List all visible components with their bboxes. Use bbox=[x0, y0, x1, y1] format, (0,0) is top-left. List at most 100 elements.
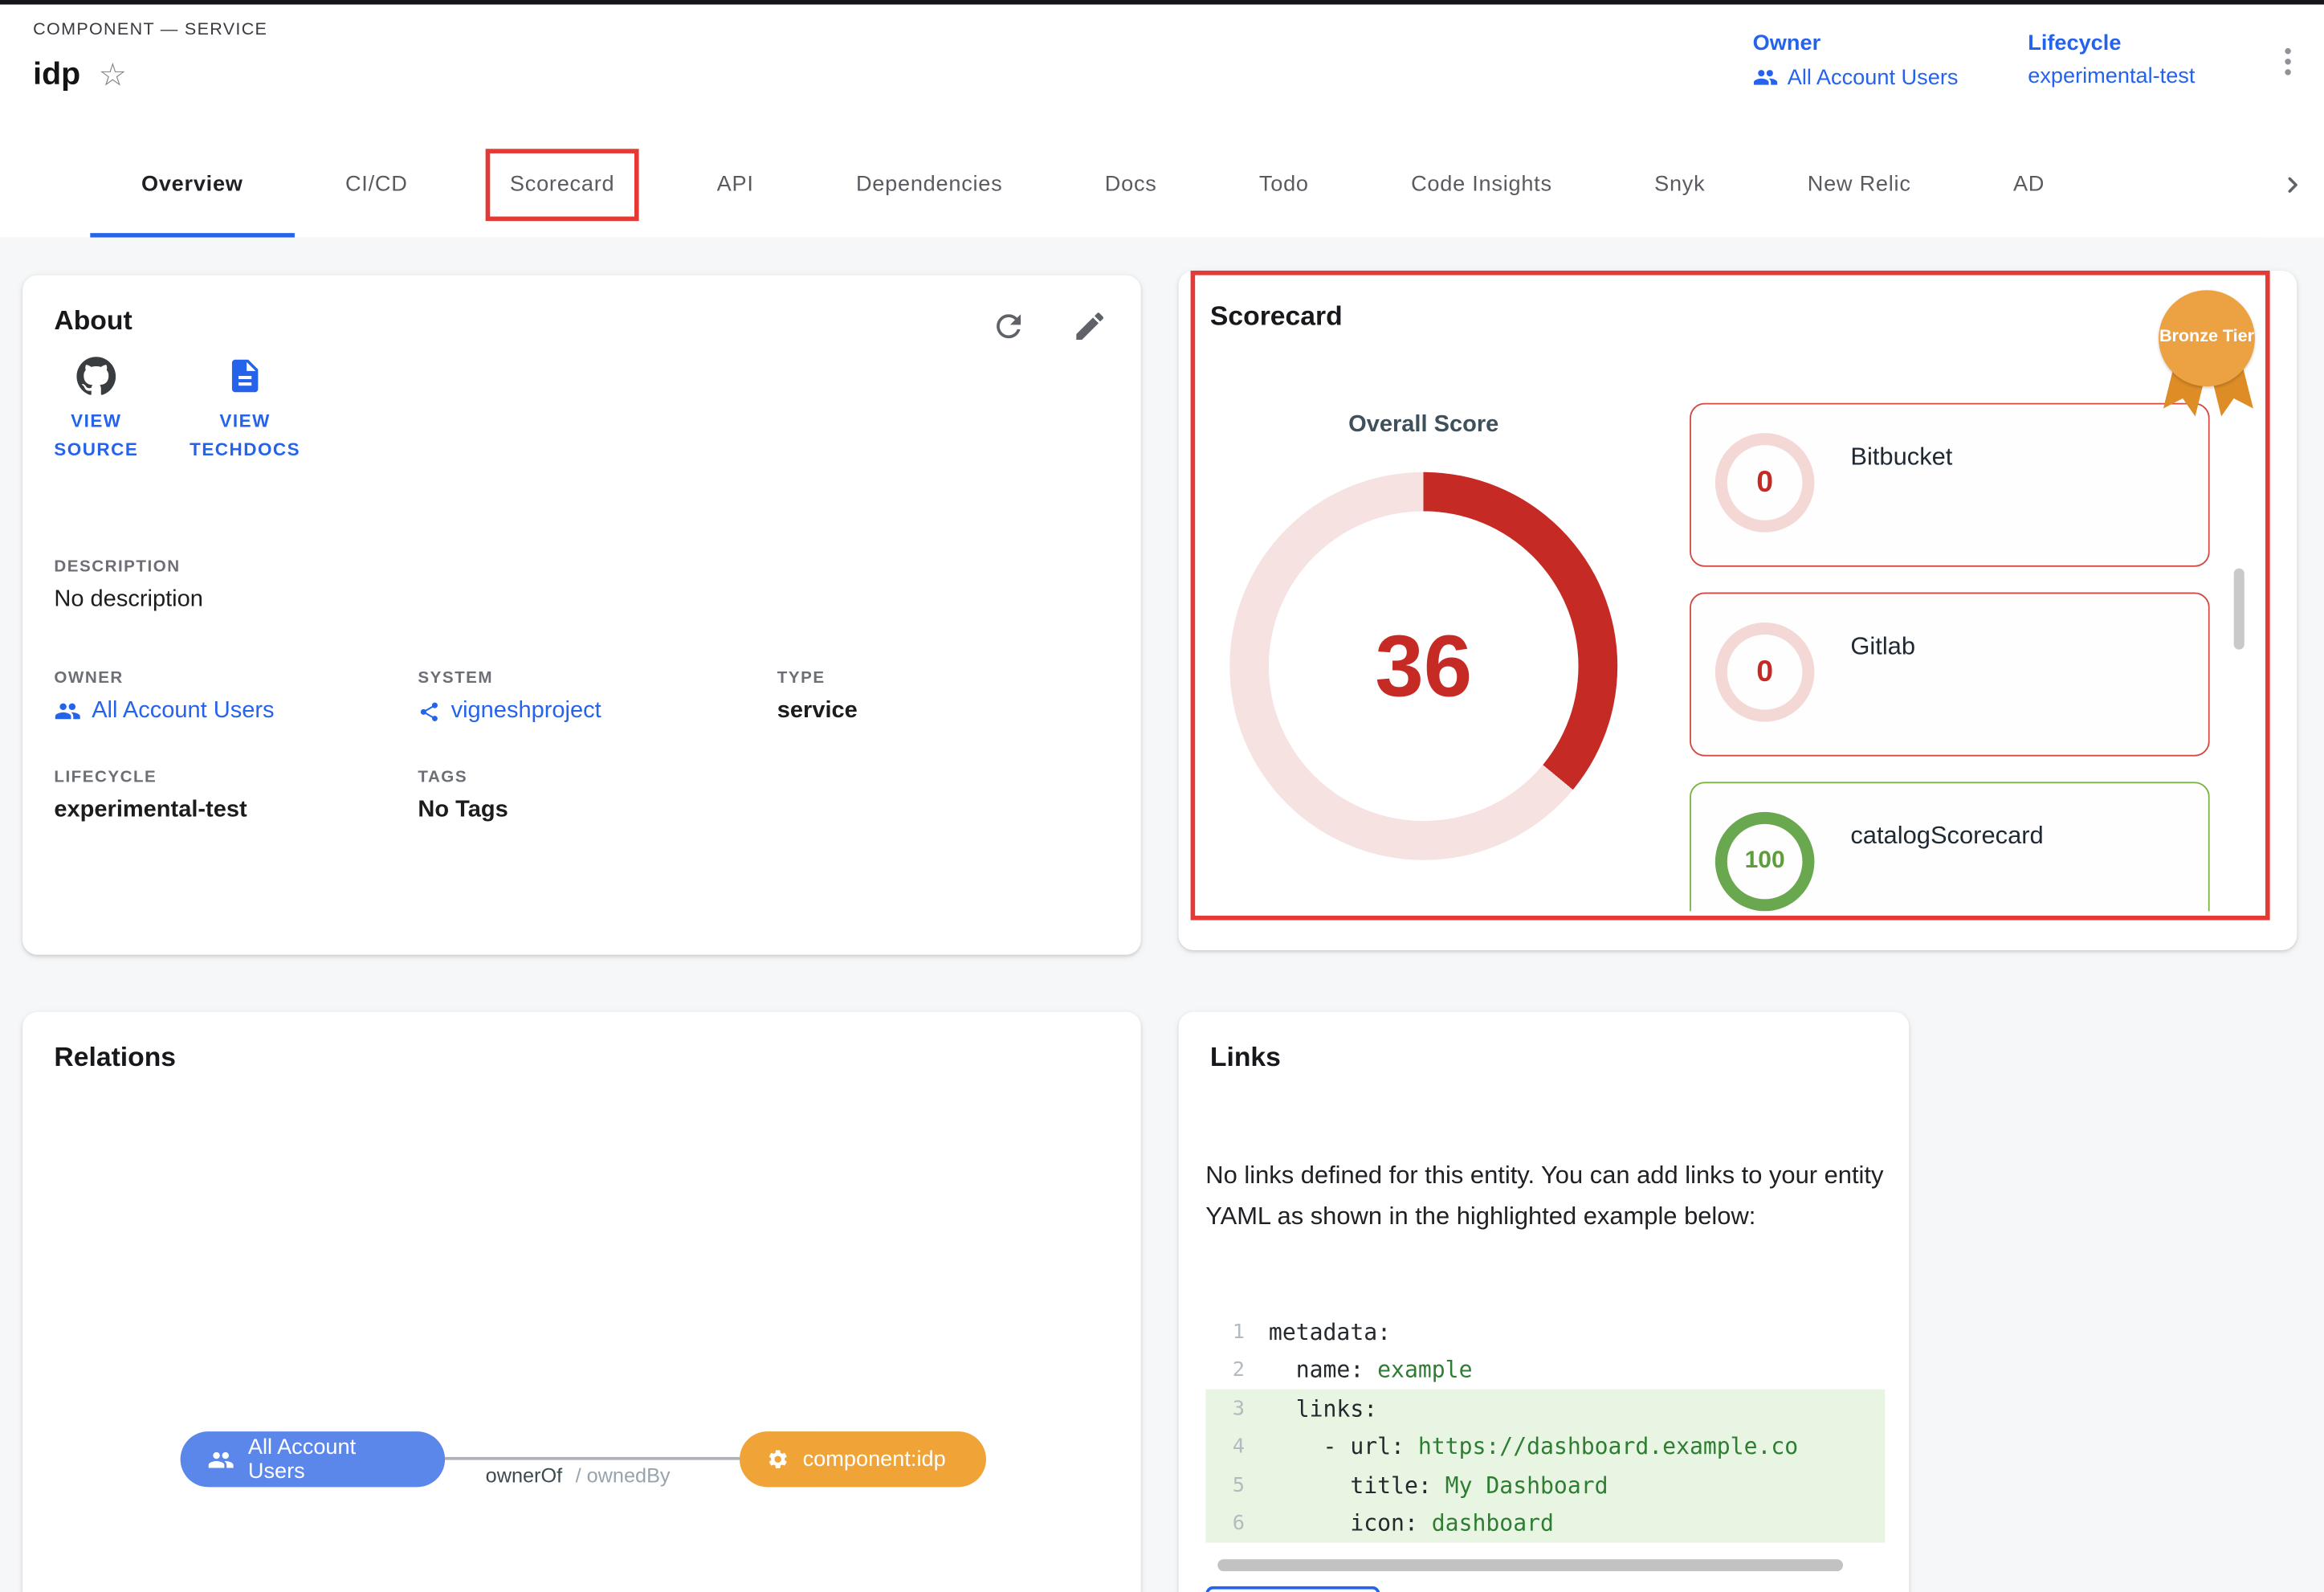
line-number: 5 bbox=[1205, 1473, 1245, 1497]
line-number: 6 bbox=[1205, 1512, 1245, 1536]
app-window: COMPONENT — SERVICE idp ☆ Owner All Acco… bbox=[0, 0, 2324, 1592]
code-line-highlighted: 4 - url: https://dashboard.example.co bbox=[1205, 1427, 1885, 1466]
code-line: 1 metadata: bbox=[1205, 1312, 1885, 1351]
code-key: metadata: bbox=[1269, 1318, 1391, 1345]
about-title: About bbox=[54, 305, 132, 337]
tab-overview[interactable]: Overview bbox=[90, 133, 294, 238]
links-card: Links No links defined for this entity. … bbox=[1179, 1012, 1910, 1592]
system-field-label: SYSTEM bbox=[418, 669, 601, 687]
people-icon bbox=[207, 1446, 234, 1473]
header-lifecycle-block: Lifecycle experimental-test bbox=[2028, 31, 2195, 88]
favorite-star-icon[interactable]: ☆ bbox=[99, 59, 127, 91]
header-owner-block: Owner All Account Users bbox=[1753, 31, 1959, 90]
relation-edge-line bbox=[445, 1457, 740, 1460]
relations-card: Relations All Account Users component:id… bbox=[22, 1012, 1141, 1592]
system-icon bbox=[418, 700, 440, 722]
tabs-scroll-right-button[interactable] bbox=[2261, 133, 2324, 238]
breadcrumb: COMPONENT — SERVICE bbox=[33, 21, 267, 39]
tab-docs[interactable]: Docs bbox=[1054, 133, 1208, 238]
score-circle: 100 bbox=[1715, 812, 1815, 912]
overall-score-gauge: 36 bbox=[1229, 472, 1617, 860]
bronze-tier-badge-label: Bronze Tier bbox=[2159, 290, 2255, 386]
description-value: No description bbox=[54, 586, 202, 614]
type-field-value: service bbox=[777, 698, 858, 725]
scorecard-item-catalogscorecard[interactable]: 100 catalogScorecard bbox=[1690, 782, 2210, 911]
partially-visible-button[interactable] bbox=[1205, 1586, 1380, 1592]
system-field-link[interactable]: vigneshproject bbox=[418, 698, 601, 725]
system-field-value: vigneshproject bbox=[451, 698, 601, 725]
people-icon bbox=[1753, 64, 1779, 90]
code-line: 2 name: example bbox=[1205, 1351, 1885, 1390]
code-key: name: bbox=[1269, 1357, 1377, 1384]
view-source-label: VIEW SOURCE bbox=[43, 407, 149, 465]
owner-field-link[interactable]: All Account Users bbox=[54, 698, 274, 725]
code-value: dashboard bbox=[1432, 1510, 1554, 1537]
score-name: Gitlab bbox=[1850, 633, 1915, 662]
tab-scorecard[interactable]: Scorecard bbox=[459, 133, 666, 238]
window-top-edge bbox=[0, 0, 2324, 5]
tab-code-insights[interactable]: Code Insights bbox=[1360, 133, 1603, 238]
owner-label: Owner bbox=[1753, 31, 1959, 55]
lifecycle-field-label: LIFECYCLE bbox=[54, 769, 247, 786]
code-line-highlighted: 6 icon: dashboard bbox=[1205, 1504, 1885, 1543]
code-line-highlighted: 3 links: bbox=[1205, 1390, 1885, 1428]
view-techdocs-label: VIEW TECHDOCS bbox=[179, 407, 312, 465]
code-key: - url: bbox=[1269, 1433, 1418, 1460]
scorecard-item-list: 0 Bitbucket 0 Gitlab 100 catalogScorecar… bbox=[1690, 403, 2210, 912]
lifecycle-field-value: experimental-test bbox=[54, 797, 247, 824]
tab-api[interactable]: API bbox=[666, 133, 805, 238]
tab-cicd[interactable]: CI/CD bbox=[294, 133, 459, 238]
scorecard-item-bitbucket[interactable]: 0 Bitbucket bbox=[1690, 403, 2210, 567]
lifecycle-label: Lifecycle bbox=[2028, 31, 2195, 55]
score-name: catalogScorecard bbox=[1850, 823, 2043, 851]
lifecycle-value: experimental-test bbox=[2028, 64, 2195, 88]
owner-link[interactable]: All Account Users bbox=[1753, 64, 1959, 90]
scorecard-title: Scorecard bbox=[1210, 300, 1343, 332]
gear-icon bbox=[767, 1448, 789, 1471]
refresh-icon[interactable] bbox=[991, 308, 1027, 345]
links-title: Links bbox=[1210, 1042, 1281, 1073]
scorecard-item-gitlab[interactable]: 0 Gitlab bbox=[1690, 593, 2210, 757]
description-label: DESCRIPTION bbox=[54, 557, 202, 575]
github-icon bbox=[76, 357, 116, 396]
relation-node-owner-label: All Account Users bbox=[248, 1435, 418, 1484]
edge-label-primary: ownerOf bbox=[486, 1464, 563, 1487]
type-field-label: TYPE bbox=[777, 669, 858, 687]
line-number: 2 bbox=[1205, 1358, 1245, 1382]
about-card: About VIEW SOURCE VIEW TECHDOCS DESCRIPT… bbox=[22, 276, 1141, 955]
tab-todo[interactable]: Todo bbox=[1208, 133, 1360, 238]
edge-label-secondary: / ownedBy bbox=[576, 1464, 671, 1487]
relation-node-component-label: component:idp bbox=[803, 1447, 946, 1472]
tags-field-value: No Tags bbox=[418, 797, 508, 824]
relation-edge-label: ownerOf / ownedBy bbox=[486, 1464, 671, 1487]
tab-adr[interactable]: AD bbox=[1962, 133, 2096, 238]
tab-bar: Overview CI/CD Scorecard API Dependencie… bbox=[0, 133, 2324, 239]
line-number: 1 bbox=[1205, 1320, 1245, 1344]
relation-node-owner[interactable]: All Account Users bbox=[181, 1431, 445, 1487]
tab-snyk[interactable]: Snyk bbox=[1603, 133, 1756, 238]
overall-score-label: Overall Score bbox=[1229, 412, 1617, 439]
relations-title: Relations bbox=[54, 1042, 176, 1073]
scorecard-card: Scorecard Bronze Tier Overall Score 36 0… bbox=[1179, 271, 2297, 950]
tab-new-relic[interactable]: New Relic bbox=[1756, 133, 1962, 238]
more-options-kebab-icon[interactable] bbox=[2271, 42, 2304, 81]
line-number: 3 bbox=[1205, 1397, 1245, 1421]
owner-field-label: OWNER bbox=[54, 669, 274, 687]
score-name: Bitbucket bbox=[1850, 443, 1952, 472]
code-value: https://dashboard.example.co bbox=[1418, 1433, 1798, 1460]
code-line-highlighted: 5 title: My Dashboard bbox=[1205, 1466, 1885, 1504]
tags-field-label: TAGS bbox=[418, 769, 508, 786]
view-source-link[interactable]: VIEW SOURCE bbox=[43, 357, 149, 465]
scorecard-scrollbar[interactable] bbox=[2234, 569, 2244, 650]
view-techdocs-link[interactable]: VIEW TECHDOCS bbox=[179, 357, 312, 465]
tab-dependencies[interactable]: Dependencies bbox=[805, 133, 1054, 238]
code-key: title: bbox=[1269, 1472, 1445, 1499]
relation-node-component[interactable]: component:idp bbox=[740, 1431, 986, 1487]
code-horizontal-scrollbar[interactable] bbox=[1217, 1559, 1843, 1571]
edit-pencil-icon[interactable] bbox=[1072, 308, 1108, 345]
owner-field-value: All Account Users bbox=[92, 698, 274, 725]
code-value: example bbox=[1377, 1357, 1472, 1384]
bronze-tier-badge: Bronze Tier bbox=[2159, 290, 2258, 386]
page-title: idp bbox=[33, 57, 80, 93]
code-key: icon: bbox=[1269, 1510, 1432, 1537]
